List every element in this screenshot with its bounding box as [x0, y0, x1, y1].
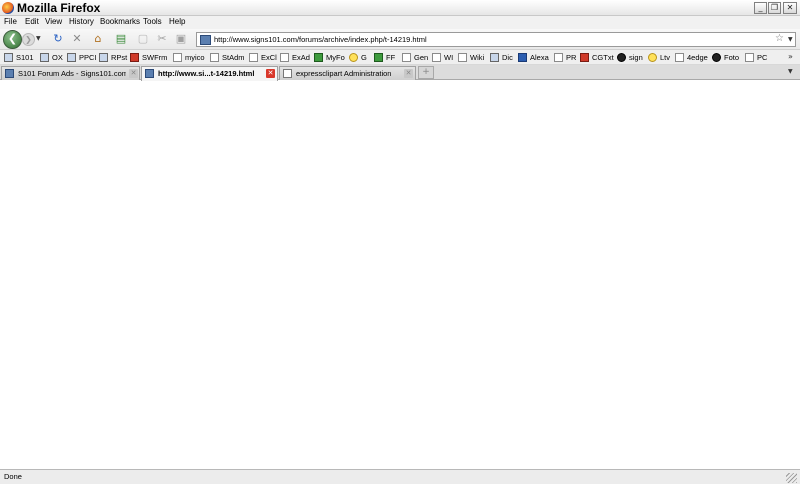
resize-grip-icon[interactable]	[786, 473, 797, 483]
reload-icon[interactable]: ↻	[51, 32, 65, 46]
page-content[interactable]	[0, 81, 800, 469]
paste-icon[interactable]: ▣	[174, 32, 188, 46]
menu-view[interactable]: View	[45, 17, 62, 26]
status-bar: Done	[0, 469, 800, 484]
cg-icon	[580, 53, 589, 62]
page-icon	[675, 53, 684, 62]
bookmark-item[interactable]: PC	[745, 51, 767, 64]
bookmark-item[interactable]: PR	[554, 51, 576, 64]
myfonts-icon	[314, 53, 323, 62]
bookmark-item[interactable]: G	[349, 51, 367, 64]
page-icon	[210, 53, 219, 62]
bookmark-item[interactable]: SWFrm	[130, 51, 167, 64]
bulb-icon	[648, 53, 657, 62]
tab-label: S101 Forum Ads - Signs101.com	[18, 69, 126, 78]
new-tab-button[interactable]: +	[418, 66, 434, 79]
bookmark-item[interactable]: ExAd	[280, 51, 310, 64]
tab-close-icon[interactable]: ✕	[266, 69, 275, 78]
tab-close-icon[interactable]: ✕	[129, 69, 138, 78]
status-text: Done	[4, 472, 22, 481]
minimize-button[interactable]: _	[754, 2, 767, 14]
firefox-logo-icon	[2, 2, 14, 14]
history-dropdown-icon[interactable]: ▼	[36, 35, 41, 42]
tab-label: expressclipart Administration	[296, 69, 392, 78]
close-window-button[interactable]: ✕	[783, 2, 797, 14]
site-icon	[99, 53, 108, 62]
bookmark-item[interactable]: OX	[40, 51, 63, 64]
url-text[interactable]: http://www.signs101.com/forums/archive/i…	[214, 35, 427, 44]
flag-icon	[130, 53, 139, 62]
bookmark-item[interactable]: Alexa	[518, 51, 549, 64]
page-icon	[745, 53, 754, 62]
tab-close-icon[interactable]: ✕	[404, 69, 413, 78]
page-icon	[432, 53, 441, 62]
new-bookmark-icon[interactable]: ▤	[114, 32, 128, 46]
menu-history[interactable]: History	[69, 17, 94, 26]
bookmarks-toolbar: S101 OX PPCI RPst SWFrm myico StAdm ExCl…	[0, 50, 800, 65]
bookmark-item[interactable]: RPst	[99, 51, 127, 64]
copy-icon[interactable]: ▢	[136, 32, 150, 46]
bookmark-item[interactable]: S101	[4, 51, 34, 64]
restore-button[interactable]: ❐	[768, 2, 781, 14]
bookmark-item[interactable]: CGTxt	[580, 51, 614, 64]
bookmark-star-icon[interactable]: ☆	[775, 33, 784, 44]
bookmark-item[interactable]: Ltv	[648, 51, 670, 64]
tab-bar: S101 Forum Ads - Signs101.com ✕ http://w…	[0, 65, 800, 81]
bookmark-item[interactable]: PPCI	[67, 51, 97, 64]
tab-current-page[interactable]: http://www.si...t-14219.html ✕	[141, 66, 278, 81]
cut-icon[interactable]: ✂	[155, 32, 169, 46]
stop-icon[interactable]: ✕	[70, 32, 84, 46]
page-icon	[402, 53, 411, 62]
bookmark-item[interactable]: StAdm	[210, 51, 245, 64]
bookmark-item[interactable]: ExCl	[249, 51, 277, 64]
site-favicon-icon	[200, 35, 211, 45]
alexa-icon	[518, 53, 527, 62]
site-icon	[40, 53, 49, 62]
title-bar: Mozilla Firefox _ ❐ ✕	[0, 0, 800, 16]
navigation-toolbar: ❮ ❯ ▼ ↻ ✕ ⌂ ▤ ▢ ✂ ▣ http://www.signs101.…	[0, 29, 800, 50]
bookmark-item[interactable]: sign	[617, 51, 643, 64]
address-bar[interactable]: http://www.signs101.com/forums/archive/i…	[196, 32, 796, 47]
bookmark-item[interactable]: Foto	[712, 51, 739, 64]
menu-help[interactable]: Help	[169, 17, 185, 26]
site-icon	[374, 53, 383, 62]
home-icon[interactable]: ⌂	[91, 32, 105, 46]
url-dropdown-icon[interactable]: ▼	[788, 36, 793, 43]
site-favicon-icon	[145, 69, 154, 78]
google-icon	[349, 53, 358, 62]
site-icon	[490, 53, 499, 62]
window-title: Mozilla Firefox	[17, 1, 101, 15]
site-icon	[67, 53, 76, 62]
site-icon	[4, 53, 13, 62]
bookmark-item[interactable]: MyFo	[314, 51, 345, 64]
menu-bar: File Edit View History Bookmarks Tools H…	[0, 16, 800, 29]
bookmark-item[interactable]: FF	[374, 51, 395, 64]
page-icon	[249, 53, 258, 62]
page-icon	[173, 53, 182, 62]
bookmark-item[interactable]: Gen	[402, 51, 428, 64]
bookmark-item[interactable]: Wiki	[458, 51, 484, 64]
tab-label: http://www.si...t-14219.html	[158, 69, 255, 78]
page-icon	[283, 69, 292, 78]
tab-list-dropdown-icon[interactable]: ▼	[788, 68, 793, 75]
menu-bookmarks[interactable]: Bookmarks	[100, 17, 140, 26]
bookmarks-overflow-chevron-icon[interactable]: »	[788, 52, 793, 61]
sign-icon	[617, 53, 626, 62]
menu-edit[interactable]: Edit	[25, 17, 39, 26]
tab-s101-forum-ads[interactable]: S101 Forum Ads - Signs101.com ✕	[1, 66, 140, 80]
bookmark-item[interactable]: WI	[432, 51, 453, 64]
wikipedia-icon	[458, 53, 467, 62]
back-button[interactable]: ❮	[3, 30, 22, 49]
foto-icon	[712, 53, 721, 62]
tab-expressclipart-administration[interactable]: expressclipart Administration ✕	[279, 66, 416, 80]
forward-button[interactable]: ❯	[22, 33, 35, 46]
bookmark-item[interactable]: myico	[173, 51, 205, 64]
bookmark-item[interactable]: 4edge	[675, 51, 708, 64]
site-favicon-icon	[5, 69, 14, 78]
menu-file[interactable]: File	[4, 17, 17, 26]
page-icon	[280, 53, 289, 62]
bookmark-item[interactable]: Dic	[490, 51, 513, 64]
menu-tools[interactable]: Tools	[143, 17, 162, 26]
page-icon	[554, 53, 563, 62]
